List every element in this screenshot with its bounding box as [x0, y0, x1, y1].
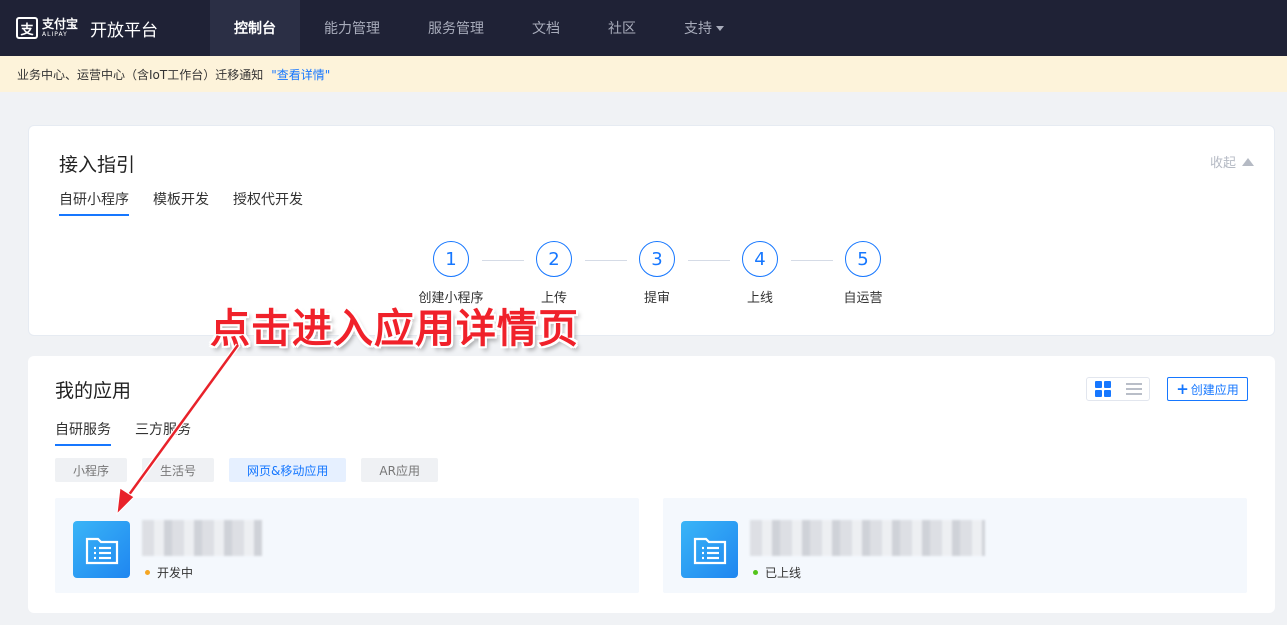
collapse-button[interactable]: 收起	[1210, 152, 1254, 171]
create-app-button[interactable]: + 创建应用	[1167, 377, 1248, 401]
filter-lifestyle[interactable]: 生活号	[142, 458, 215, 482]
filter-ar[interactable]: AR应用	[361, 458, 438, 482]
alipay-logo[interactable]: 支 支付宝 ALIPAY 开放平台	[16, 16, 196, 41]
status-text: 开发中	[157, 566, 194, 580]
nav-item-docs[interactable]: 文档	[508, 0, 584, 56]
app-status: 开发中	[145, 564, 193, 581]
list-icon	[1125, 383, 1142, 395]
app-card[interactable]: 开发中	[55, 498, 639, 593]
step-4: 4 上线	[710, 241, 810, 306]
grid-icon	[1094, 381, 1111, 397]
step-label: 自运营	[843, 291, 883, 306]
tab-third-party-service[interactable]: 三方服务	[135, 419, 191, 446]
status-text: 已上线	[765, 566, 802, 580]
notice-text: 业务中心、运营中心（含IoT工作台）迁移通知	[17, 67, 264, 82]
list-view-button[interactable]	[1118, 378, 1149, 400]
nav-item-console[interactable]: 控制台	[210, 0, 300, 56]
step-3: 3 提审	[607, 241, 707, 306]
nav-item-label: 控制台	[234, 21, 276, 37]
guide-title: 接入指引	[59, 154, 136, 176]
logo-en: ALIPAY	[42, 31, 68, 38]
annotation-text: 点击进入应用详情页	[210, 306, 579, 352]
caret-down-icon	[716, 25, 724, 31]
filter-miniapp[interactable]: 小程序	[55, 458, 128, 482]
status-dot	[753, 570, 758, 575]
logo-text: 支付宝 ALIPAY	[42, 18, 78, 38]
nav-menu: 控制台 能力管理 服务管理 文档 社区 支持	[210, 0, 748, 56]
app-tabs: 自研服务 三方服务	[55, 419, 215, 446]
app-file-icon	[73, 521, 130, 578]
notice-bar: 业务中心、运营中心（含IoT工作台）迁移通知 "查看详情"	[0, 56, 1287, 92]
nav-item-community[interactable]: 社区	[584, 0, 660, 56]
app-status: 已上线	[753, 564, 801, 581]
nav-item-label: 文档	[532, 21, 560, 37]
step-5: 5 自运营	[813, 241, 913, 306]
collapse-label: 收起	[1209, 156, 1236, 171]
create-app-label: 创建应用	[1190, 382, 1239, 397]
tab-self-service[interactable]: 自研服务	[55, 419, 111, 446]
step-number: 2	[536, 241, 572, 277]
step-label: 上线	[746, 291, 773, 306]
tab-self-developed-miniapp[interactable]: 自研小程序	[59, 189, 129, 216]
logo-cn: 支付宝	[42, 17, 79, 31]
tab-template-dev[interactable]: 模板开发	[153, 189, 209, 216]
guide-tabs: 自研小程序 模板开发 授权代开发	[59, 189, 327, 216]
tab-authorized-dev[interactable]: 授权代开发	[233, 189, 303, 216]
view-toggle	[1086, 377, 1150, 401]
platform-title: 开放平台	[90, 20, 159, 41]
step-label: 提审	[643, 291, 670, 306]
nav-item-service[interactable]: 服务管理	[404, 0, 508, 56]
nav-item-label: 能力管理	[324, 21, 380, 37]
status-dot	[145, 570, 150, 575]
nav-item-label: 支持	[684, 21, 712, 37]
top-nav: 支 支付宝 ALIPAY 开放平台 控制台 能力管理 服务管理 文档 社区 支持	[0, 0, 1287, 56]
my-apps-card: 我的应用 + 创建应用 自研服务 三方服务 小程序 生活号 网页&移动应用 AR…	[28, 356, 1275, 613]
app-type-filters: 小程序 生活号 网页&移动应用 AR应用	[55, 458, 453, 482]
plus-icon: +	[1176, 380, 1189, 398]
grid-view-button[interactable]	[1087, 378, 1118, 400]
step-number: 5	[845, 241, 881, 277]
alipay-logo-icon: 支	[16, 17, 38, 39]
nav-item-capability[interactable]: 能力管理	[300, 0, 404, 56]
nav-item-label: 服务管理	[428, 21, 484, 37]
app-file-icon	[681, 521, 738, 578]
nav-item-label: 社区	[608, 21, 636, 37]
redacted-app-name	[142, 520, 262, 556]
step-number: 3	[639, 241, 675, 277]
triangle-up-icon	[1242, 157, 1254, 166]
step-number: 4	[742, 241, 778, 277]
filter-web-mobile[interactable]: 网页&移动应用	[229, 458, 347, 482]
app-card[interactable]: 已上线	[663, 498, 1247, 593]
step-number: 1	[433, 241, 469, 277]
notice-detail-link[interactable]: "查看详情"	[271, 66, 330, 83]
my-apps-title: 我的应用	[55, 380, 132, 402]
redacted-app-name	[750, 520, 985, 556]
nav-item-support[interactable]: 支持	[660, 0, 748, 56]
